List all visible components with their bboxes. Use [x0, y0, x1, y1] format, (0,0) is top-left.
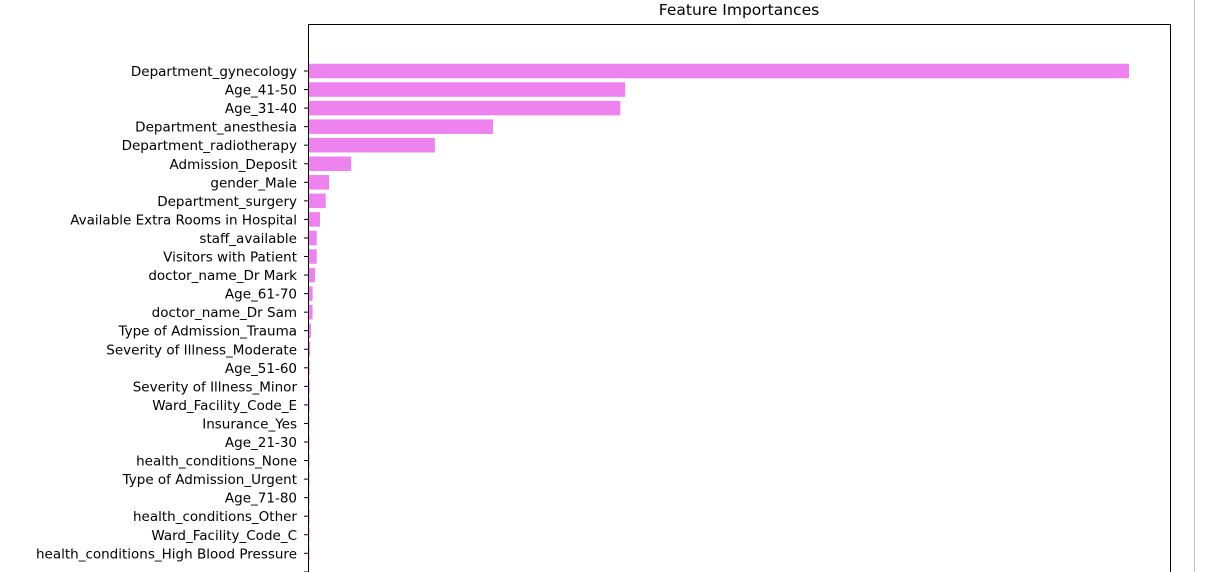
y-tick-label: Age_31-40	[225, 101, 297, 117]
chart-title: Feature Importances	[659, 1, 819, 19]
bar-department-anesthesia	[308, 119, 494, 134]
bars-group	[308, 63, 1129, 561]
bar-age-31-40	[308, 100, 621, 116]
y-tick-label: health_conditions_High Blood Pressure	[36, 546, 297, 562]
y-tick-label: gender_Male	[210, 175, 297, 191]
bar-visitors-with-patient	[308, 249, 317, 264]
y-tick-label: Department_radiotherapy	[122, 138, 297, 154]
bar-department-surgery	[308, 193, 326, 209]
y-ticks-group	[304, 70, 309, 554]
y-tick-label: staff_available	[199, 231, 297, 247]
y-tick-label: Severity of Illness_Moderate	[106, 342, 297, 358]
y-tick-label: Department_gynecology	[131, 64, 297, 80]
y-tick-label: Severity of Illness_Minor	[133, 379, 298, 395]
bar-department-radiotherapy	[308, 137, 435, 153]
y-tick-label: Ward_Facility_Code_C	[151, 528, 297, 544]
bar-admission-deposit	[308, 156, 352, 171]
bar-age-61-70	[308, 286, 313, 301]
y-tick-label: doctor_name_Dr Sam	[152, 305, 297, 321]
y-tick-label: Visitors with Patient	[163, 250, 297, 266]
bar-department-gynecology	[308, 63, 1129, 79]
bar-age-41-50	[308, 82, 626, 97]
y-tick-label: Type of Admission_Urgent	[122, 472, 297, 488]
y-tick-label: Age_21-30	[225, 435, 297, 451]
y-tick-label: Age_51-60	[225, 361, 297, 377]
y-tick-label: Admission_Deposit	[170, 157, 297, 173]
y-tick-label: Ward_Facility_Code_E	[152, 398, 297, 414]
y-tick-label: Department_anesthesia	[135, 120, 297, 136]
bar-doctor-name-dr-mark	[308, 267, 316, 283]
y-tick-labels-group: Department_gynecology Age_41-50 Age_31-40 D…	[36, 64, 297, 562]
y-tick-label: Age_71-80	[225, 491, 297, 507]
y-tick-label: Age_61-70	[225, 287, 297, 303]
cell-divider	[1194, 0, 1195, 572]
y-tick-label: doctor_name_Dr Mark	[148, 268, 297, 284]
y-tick-label: health_conditions_None	[136, 454, 297, 470]
y-tick-label: Type of Admission_Trauma	[117, 324, 297, 340]
bar-gender-male	[308, 175, 330, 190]
bar-doctor-name-dr-sam	[308, 304, 313, 320]
y-tick-label: health_conditions_Other	[133, 509, 297, 525]
bar-available-extra-rooms-in-hospital	[308, 212, 320, 227]
y-tick-label: Insurance_Yes	[202, 416, 297, 432]
y-tick-label: Available Extra Rooms in Hospital	[70, 212, 297, 228]
feature-importance-chart: Feature Importances Department_gynecolog…	[36, 1, 1171, 572]
y-tick-label: Age_41-50	[225, 83, 297, 99]
y-tick-label: Department_surgery	[157, 194, 297, 210]
bar-staff-available	[308, 230, 317, 246]
